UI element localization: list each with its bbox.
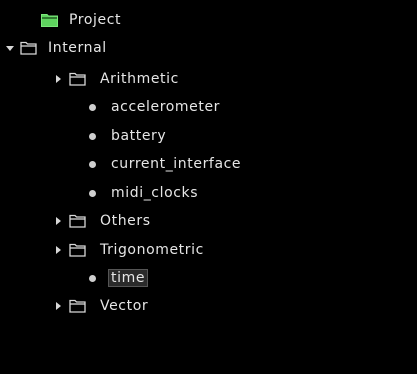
tree-node-trigonometric[interactable]: Trigonometric bbox=[56, 238, 204, 262]
bullet-icon bbox=[89, 132, 96, 140]
bullet-icon bbox=[89, 189, 96, 197]
bullet-icon bbox=[89, 103, 96, 111]
tree-item-label: current_interface bbox=[111, 156, 242, 172]
tree-item-label: battery bbox=[111, 128, 167, 144]
folder-outline-icon bbox=[20, 41, 37, 55]
tree-node-arithmetic[interactable]: Arithmetic bbox=[56, 67, 179, 91]
expand-right-arrow-icon[interactable] bbox=[56, 75, 61, 83]
bullet-icon bbox=[89, 160, 96, 168]
folder-outline-icon bbox=[69, 243, 86, 257]
tree-item-label: accelerometer bbox=[111, 99, 221, 115]
tree-panel: Project Internal Arithmetic acceleromete… bbox=[0, 0, 417, 374]
folder-outline-icon bbox=[69, 214, 86, 228]
folder-outline-icon bbox=[69, 299, 86, 313]
bullet-icon bbox=[89, 274, 96, 282]
tree-node-vector[interactable]: Vector bbox=[56, 294, 148, 318]
tree-label-arithmetic: Arithmetic bbox=[100, 71, 179, 87]
expand-down-arrow-icon[interactable] bbox=[6, 45, 14, 51]
tree-node-internal[interactable]: Internal bbox=[6, 36, 107, 60]
tree-label-project: Project bbox=[69, 12, 122, 28]
tree-item-label: midi_clocks bbox=[111, 185, 199, 201]
folder-open-icon bbox=[41, 14, 58, 27]
tree-label-internal: Internal bbox=[48, 40, 107, 56]
expand-right-arrow-icon[interactable] bbox=[56, 246, 61, 254]
tree-label-trigonometric: Trigonometric bbox=[100, 242, 204, 258]
tree-item-accelerometer[interactable]: accelerometer bbox=[89, 95, 220, 119]
tree-item-midi-clocks[interactable]: midi_clocks bbox=[89, 181, 198, 205]
expand-right-arrow-icon[interactable] bbox=[56, 217, 61, 225]
tree-item-current-interface[interactable]: current_interface bbox=[89, 152, 241, 176]
tree-node-project[interactable]: Project bbox=[41, 8, 121, 32]
expand-right-arrow-icon[interactable] bbox=[56, 302, 61, 310]
tree-item-time[interactable]: time bbox=[89, 266, 149, 290]
tree-item-battery[interactable]: battery bbox=[89, 124, 166, 148]
folder-outline-icon bbox=[69, 72, 86, 86]
tree-node-others[interactable]: Others bbox=[56, 209, 151, 233]
tree-label-vector: Vector bbox=[100, 298, 149, 314]
tree-label-others: Others bbox=[100, 213, 151, 229]
tree-item-label-selected: time bbox=[108, 269, 149, 287]
